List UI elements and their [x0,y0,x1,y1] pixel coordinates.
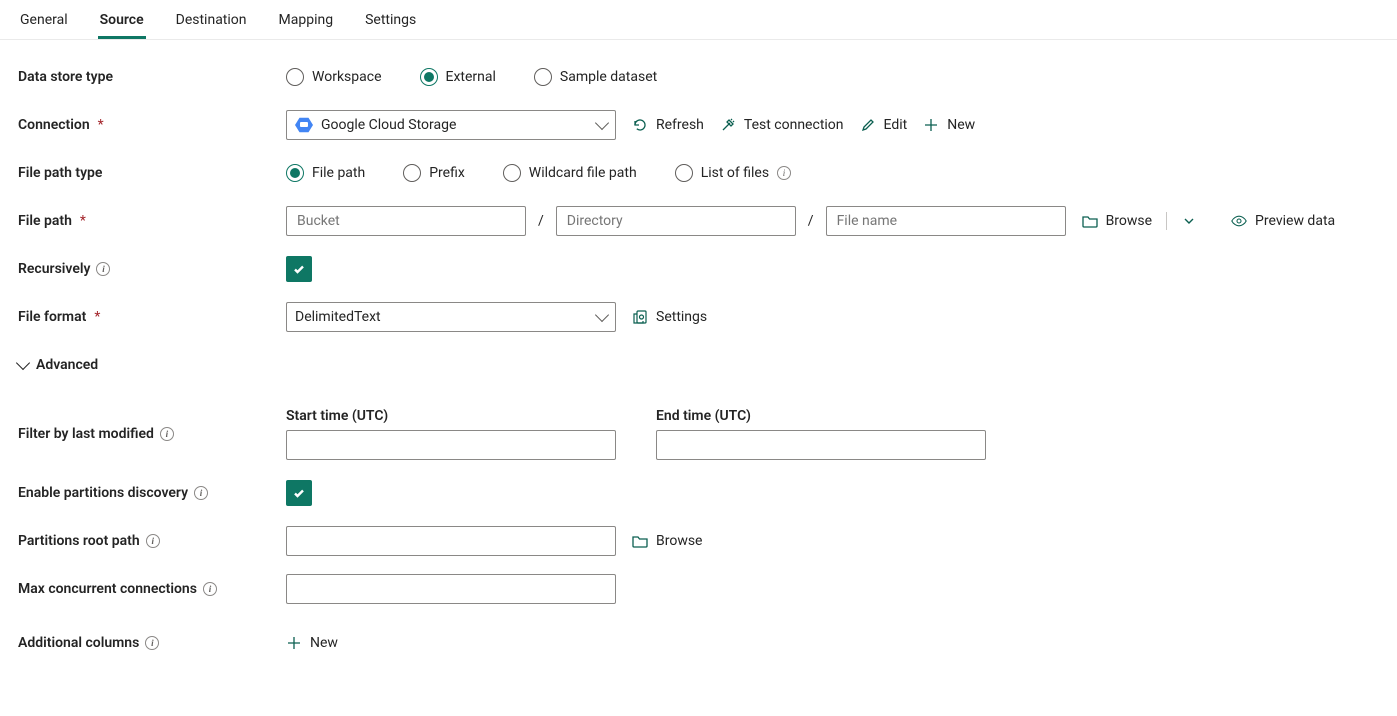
tab-bar: General Source Destination Mapping Setti… [0,0,1397,40]
connection-select[interactable]: Google Cloud Storage [286,110,616,140]
preview-data-button[interactable]: Preview data [1231,213,1335,229]
radio-external[interactable]: External [420,68,496,86]
chevron-down-icon [16,356,30,370]
label-connection: Connection* [18,117,286,133]
advanced-toggle[interactable]: Advanced [18,357,98,373]
new-connection-button[interactable]: New [923,117,975,133]
path-separator: / [536,213,546,229]
info-icon[interactable] [777,166,791,180]
info-icon[interactable] [146,534,160,548]
label-partitions-root-path: Partitions root path [18,533,286,549]
new-column-button[interactable]: New [286,635,338,651]
info-icon[interactable] [160,427,174,441]
label-filter-by-last-modified: Filter by last modified [18,426,286,442]
label-additional-columns: Additional columns [18,635,286,651]
label-file-format: File format* [18,309,286,325]
label-file-path: File path* [18,213,286,229]
info-icon[interactable] [194,486,208,500]
label-end-time: End time (UTC) [656,408,986,424]
radio-file-path[interactable]: File path [286,164,365,182]
test-connection-button[interactable]: Test connection [720,117,844,133]
info-icon[interactable] [203,582,217,596]
partitions-browse-button[interactable]: Browse [632,533,702,549]
google-cloud-storage-icon [295,116,313,134]
label-start-time: Start time (UTC) [286,408,616,424]
chevron-down-icon [595,116,609,130]
browse-menu-button[interactable] [1181,213,1197,229]
separator [1166,212,1167,230]
file-name-input[interactable] [826,206,1066,236]
radio-workspace[interactable]: Workspace [286,68,382,86]
radio-wildcard[interactable]: Wildcard file path [503,164,637,182]
enable-partitions-checkbox[interactable] [286,480,312,506]
file-format-settings-button[interactable]: Settings [632,309,707,325]
tab-destination[interactable]: Destination [174,3,249,39]
tab-general[interactable]: General [18,3,70,39]
radio-list-of-files[interactable]: List of files [675,164,791,182]
directory-input[interactable] [556,206,796,236]
radio-sample-dataset[interactable]: Sample dataset [534,68,657,86]
partitions-root-path-input[interactable] [286,526,616,556]
refresh-button[interactable]: Refresh [632,117,704,133]
info-icon[interactable] [96,262,110,276]
radio-prefix[interactable]: Prefix [403,164,465,182]
end-time-input[interactable] [656,430,986,460]
tab-source[interactable]: Source [98,3,146,39]
chevron-down-icon [595,308,609,322]
recursively-checkbox[interactable] [286,256,312,282]
label-file-path-type: File path type [18,165,286,181]
label-recursively: Recursively [18,261,286,277]
bucket-input[interactable] [286,206,526,236]
info-icon[interactable] [145,636,159,650]
start-time-input[interactable] [286,430,616,460]
label-data-store-type: Data store type [18,69,286,85]
tab-settings[interactable]: Settings [363,3,418,39]
edit-button[interactable]: Edit [860,117,908,133]
label-max-concurrent-connections: Max concurrent connections [18,581,286,597]
max-concurrent-input[interactable] [286,574,616,604]
tab-mapping[interactable]: Mapping [277,3,336,39]
path-separator: / [806,213,816,229]
file-format-select[interactable]: DelimitedText [286,302,616,332]
label-enable-partitions-discovery: Enable partitions discovery [18,485,286,501]
browse-button[interactable]: Browse [1082,213,1152,229]
